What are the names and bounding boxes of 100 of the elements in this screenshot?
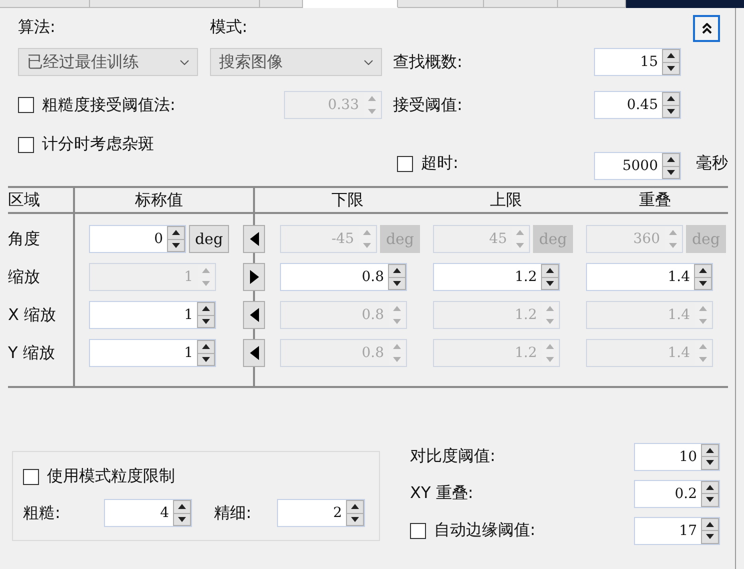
spin-up-button[interactable] xyxy=(663,154,679,166)
column-header: 上限 xyxy=(490,190,522,210)
up-triangle-icon xyxy=(351,504,359,510)
checkbox[interactable] xyxy=(18,136,34,152)
down-triangle-icon xyxy=(178,516,186,522)
spin-down-button[interactable] xyxy=(702,531,718,542)
down-triangle-icon xyxy=(699,280,707,286)
spin-down-button[interactable] xyxy=(702,494,718,506)
spin-down-button[interactable] xyxy=(663,166,679,178)
up-triangle-icon xyxy=(202,306,210,312)
spin-down-button[interactable] xyxy=(702,457,718,468)
field-label: XY 重叠: xyxy=(410,483,474,504)
number-field[interactable]: 0 xyxy=(89,225,186,253)
field-label: 超时: xyxy=(421,153,458,174)
up-triangle-icon xyxy=(667,157,675,162)
field-label: 模式: xyxy=(210,16,248,38)
left-arrow-button[interactable] xyxy=(243,339,265,367)
spin-down-button[interactable] xyxy=(542,278,558,289)
column-header: 标称值 xyxy=(135,190,183,210)
chevron-down-icon xyxy=(364,60,373,64)
number-field[interactable]: 5000 xyxy=(594,152,681,180)
checkbox[interactable] xyxy=(23,468,39,484)
up-triangle-icon xyxy=(699,268,707,274)
down-triangle-icon xyxy=(546,280,554,286)
number-field[interactable]: 0.45 xyxy=(594,91,681,119)
up-triangle-icon xyxy=(706,448,714,453)
unit-button[interactable]: deg xyxy=(189,225,229,253)
spin-up-button[interactable] xyxy=(198,303,214,314)
spin-up-button[interactable] xyxy=(663,93,679,104)
right-arrow-button[interactable] xyxy=(243,263,265,291)
spin-up-button[interactable] xyxy=(702,444,718,456)
down-triangle-icon xyxy=(706,534,714,540)
up-triangle-icon xyxy=(667,96,675,102)
down-triangle-icon xyxy=(172,242,180,248)
spin-up-button[interactable] xyxy=(702,482,718,493)
row-label: 角度 xyxy=(8,228,40,250)
spin-down-button[interactable] xyxy=(389,278,405,289)
number-field[interactable]: 15 xyxy=(594,48,681,76)
number-field[interactable]: 0.8 xyxy=(280,263,407,291)
spin-up-button[interactable] xyxy=(168,227,184,238)
number-field[interactable]: 10 xyxy=(634,442,720,470)
spin-up-button[interactable] xyxy=(174,501,190,512)
checkbox[interactable] xyxy=(410,522,426,538)
checkbox-label: 粗糙度接受阈值法: xyxy=(42,94,176,116)
down-triangle-icon xyxy=(706,460,714,466)
number-field[interactable]: 1 xyxy=(89,339,216,367)
down-triangle-icon xyxy=(699,356,707,362)
left-arrow-button[interactable] xyxy=(243,225,265,253)
field-label: 查找概数: xyxy=(393,52,462,70)
column-header: 下限 xyxy=(332,190,364,210)
up-triangle-icon xyxy=(546,268,554,274)
number-field[interactable]: 4 xyxy=(104,499,192,527)
spin-down-button[interactable] xyxy=(198,354,214,365)
number-field[interactable]: 1.2 xyxy=(433,263,560,291)
up-triangle-icon xyxy=(699,306,707,312)
down-triangle-icon xyxy=(667,170,675,175)
up-triangle-icon xyxy=(172,230,180,236)
field-label: 算法: xyxy=(18,16,56,38)
field-label: 对比度阈值: xyxy=(410,446,496,467)
spin-up-button[interactable] xyxy=(347,501,363,512)
dropdown[interactable]: 已经过最佳训练 xyxy=(18,48,198,76)
up-triangle-icon xyxy=(363,230,371,236)
chevron-down-icon xyxy=(180,60,189,64)
spin-down-button[interactable] xyxy=(168,240,184,251)
collapse-button[interactable] xyxy=(693,15,720,42)
unit-label: 毫秒 xyxy=(696,153,728,174)
number-field[interactable]: 1 xyxy=(89,301,216,329)
up-triangle-icon xyxy=(393,306,401,312)
spin-down-button[interactable] xyxy=(695,278,711,289)
spin-down-button[interactable] xyxy=(663,62,679,74)
number-field[interactable]: 0.2 xyxy=(634,480,720,508)
spin-down-button[interactable] xyxy=(663,106,679,117)
up-triangle-icon xyxy=(368,96,376,102)
down-triangle-icon xyxy=(351,516,359,522)
down-triangle-icon xyxy=(669,242,677,248)
number-field[interactable]: 17 xyxy=(634,516,720,544)
spin-up-button[interactable] xyxy=(198,341,214,352)
dropdown[interactable]: 搜索图像 xyxy=(210,48,382,76)
field-label: 粗糙: xyxy=(23,502,62,524)
row-label: X 缩放 xyxy=(8,304,56,326)
spin-up-button[interactable] xyxy=(695,265,711,276)
up-triangle-icon xyxy=(546,306,554,312)
spin-up-button[interactable] xyxy=(702,518,718,530)
spin-down-button[interactable] xyxy=(347,514,363,525)
up-triangle-icon xyxy=(516,230,524,236)
spin-up-button[interactable] xyxy=(389,265,405,276)
spin-up-button[interactable] xyxy=(663,50,679,62)
up-triangle-icon xyxy=(706,522,714,527)
up-triangle-icon xyxy=(546,344,554,350)
checkbox[interactable] xyxy=(397,156,413,172)
spin-down-button[interactable] xyxy=(174,514,190,525)
left-arrow-button[interactable] xyxy=(243,301,265,329)
number-field[interactable]: 1.4 xyxy=(586,263,713,291)
up-triangle-icon xyxy=(706,484,714,490)
number-field[interactable]: 2 xyxy=(277,499,365,527)
spin-up-button[interactable] xyxy=(542,265,558,276)
spin-down-button[interactable] xyxy=(198,316,214,327)
up-triangle-icon xyxy=(202,268,210,274)
field-label: 自动边缘阈值: xyxy=(434,520,536,541)
down-triangle-icon xyxy=(706,497,714,502)
